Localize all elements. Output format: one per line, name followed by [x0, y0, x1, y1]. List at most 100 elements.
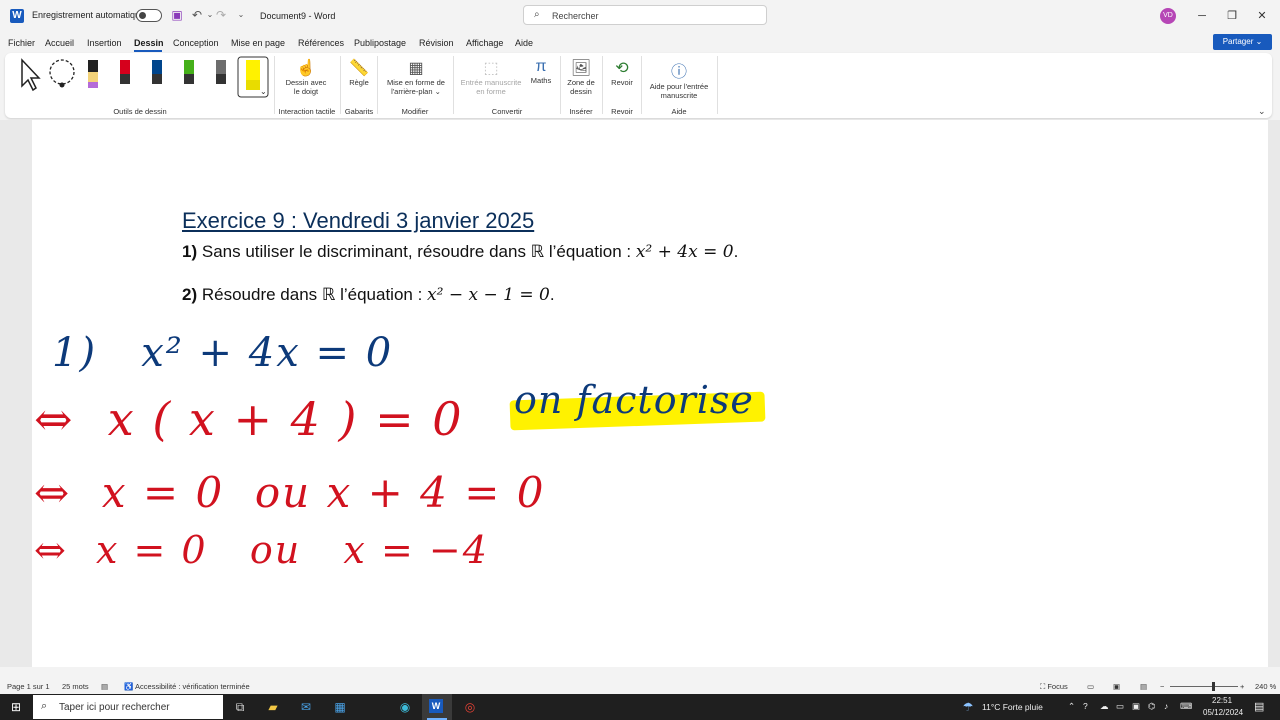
- zoom-out-icon[interactable]: −: [1160, 682, 1164, 691]
- chrome-icon[interactable]: ◎: [462, 699, 478, 715]
- tab-fichier[interactable]: Fichier: [8, 38, 35, 48]
- edge-icon[interactable]: ◉: [397, 699, 413, 715]
- ink-line-3: ⇔ x = 0 ou x + 4 = 0: [34, 468, 546, 517]
- avatar[interactable]: VD: [1160, 8, 1176, 24]
- tray-chevron-icon[interactable]: ⌃: [1068, 701, 1075, 712]
- tab-revision[interactable]: Révision: [419, 38, 454, 48]
- share-button[interactable]: Partager ⌄: [1213, 34, 1272, 50]
- select-arrow-icon: [21, 58, 41, 92]
- tab-mise-en-page[interactable]: Mise en page: [231, 38, 285, 48]
- zoom-level[interactable]: 240 %: [1255, 682, 1276, 691]
- print-layout-icon[interactable]: ▣: [1113, 682, 1120, 691]
- zoom-slider[interactable]: [1170, 686, 1238, 687]
- tab-conception[interactable]: Conception: [173, 38, 219, 48]
- clock-time[interactable]: 22:51: [1212, 696, 1232, 705]
- separator: [453, 56, 454, 114]
- store-icon[interactable]: ▦: [332, 699, 348, 715]
- math-pi-icon: π: [535, 58, 547, 75]
- word-taskbar-button[interactable]: W: [422, 694, 452, 720]
- zoom-in-icon[interactable]: +: [1240, 682, 1244, 691]
- restore-icon[interactable]: ❐: [1224, 8, 1240, 24]
- proofing-icon[interactable]: ▤: [101, 682, 108, 691]
- undo-icon[interactable]: ↶: [190, 8, 204, 22]
- task-view-icon[interactable]: ⧉: [232, 699, 248, 715]
- background-format-button[interactable]: ▦ Mise en forme de l'arrière-plan ⌄: [381, 58, 451, 104]
- zoom-slider-handle[interactable]: [1212, 682, 1215, 691]
- drawing-canvas-button[interactable]: 🖼 Zone de dessin: [563, 58, 599, 104]
- tab-references[interactable]: Références: [298, 38, 344, 48]
- volume-icon[interactable]: ♪: [1164, 701, 1168, 711]
- mail-icon[interactable]: ✉: [298, 699, 314, 715]
- word-logo-icon: W: [10, 9, 24, 23]
- tab-accueil[interactable]: Accueil: [45, 38, 74, 48]
- keyboard-icon[interactable]: ⌨: [1180, 701, 1192, 712]
- windows-start-icon[interactable]: ⊞: [8, 699, 24, 715]
- search-box[interactable]: ⌕ Rechercher: [523, 5, 767, 25]
- separator: [377, 56, 378, 114]
- autosave-label: Enregistrement automatique: [32, 10, 146, 20]
- redo-icon[interactable]: ↷: [214, 8, 228, 22]
- pen-black-icon: [88, 60, 98, 72]
- weather-icon[interactable]: ☂: [960, 699, 976, 715]
- customize-toolbar-icon[interactable]: ⌄: [234, 8, 248, 22]
- math-button[interactable]: π Maths: [526, 58, 556, 104]
- accessibility-status[interactable]: ♿ Accessibilité : vérification terminée: [124, 682, 250, 691]
- tab-affichage[interactable]: Affichage: [466, 38, 503, 48]
- replay-button[interactable]: ⟲ Revoir: [606, 58, 638, 104]
- separator: [641, 56, 642, 114]
- group-label-help: Aide: [671, 107, 687, 116]
- search-icon: ⌕: [534, 9, 540, 20]
- cloud-icon[interactable]: ☁: [1100, 701, 1109, 712]
- notification-tray-icon[interactable]: ▭: [1116, 701, 1124, 712]
- weather-status[interactable]: 11°C Forte pluie: [982, 702, 1043, 712]
- finger-draw-icon: ☝: [296, 60, 316, 77]
- web-layout-icon[interactable]: ▤: [1140, 682, 1147, 691]
- collapse-ribbon-icon[interactable]: ⌄: [1258, 106, 1266, 117]
- tab-aide[interactable]: Aide: [515, 38, 533, 48]
- ink-to-shape-button[interactable]: ⬚ Entrée manuscrite en forme: [456, 58, 526, 104]
- tab-insertion[interactable]: Insertion: [87, 38, 122, 48]
- file-explorer-icon[interactable]: ▰: [265, 699, 281, 715]
- finger-draw-button[interactable]: ☝ Dessin avec le doigt: [280, 58, 332, 104]
- svg-text:⌄: ⌄: [260, 87, 267, 96]
- focus-button[interactable]: ⛶ Focus: [1040, 682, 1068, 692]
- tab-publipostage[interactable]: Publipostage: [354, 38, 406, 48]
- notifications-icon[interactable]: ▤: [1254, 700, 1264, 713]
- pen-green-icon: [184, 60, 194, 74]
- ink-line-4: ⇔ x = 0 ou x = −4: [34, 528, 489, 572]
- close-icon[interactable]: ✕: [1254, 8, 1270, 24]
- search-icon: ⌕: [41, 700, 48, 712]
- canvas-icon: 🖼: [570, 60, 592, 77]
- group-label-insert: Insérer: [569, 107, 593, 116]
- group-label-templates: Gabarits: [344, 107, 374, 116]
- clock-date[interactable]: 05/12/2024: [1203, 708, 1243, 717]
- minimize-icon[interactable]: ─: [1194, 8, 1210, 24]
- separator: [274, 56, 275, 114]
- word-count[interactable]: 25 mots: [62, 682, 89, 691]
- separator: [340, 56, 341, 114]
- ruler-button[interactable]: 📏 Règle: [343, 58, 375, 104]
- ink-to-shape-icon: ⬚: [483, 60, 499, 77]
- ink-line-1: 1) x² + 4x = 0: [52, 330, 394, 376]
- question-2: 2) Résoudre dans ℝ l’équation : x² − x −…: [182, 285, 555, 305]
- group-label-replay: Revoir: [611, 107, 633, 116]
- autosave-toggle[interactable]: [136, 9, 162, 22]
- group-label-modify: Modifier: [401, 107, 429, 116]
- drawing-tools: ⌄: [21, 56, 269, 98]
- document-title: Document9 - Word: [260, 11, 336, 21]
- ink-help-button[interactable]: ⓘ Aide pour l'entrée manuscrite: [644, 58, 714, 104]
- question-1: 1) Sans utiliser le discriminant, résoud…: [182, 242, 739, 262]
- network-icon[interactable]: ⌬: [1148, 701, 1155, 712]
- pen-blue-icon: [152, 60, 162, 74]
- active-tab-indicator: [134, 50, 162, 52]
- display-icon[interactable]: ▣: [1132, 701, 1140, 712]
- page-count[interactable]: Page 1 sur 1: [7, 682, 50, 691]
- ink-note-factorise: on factorise: [514, 378, 754, 422]
- help-tray-icon[interactable]: ?: [1083, 701, 1088, 711]
- background-grid-icon: ▦: [408, 60, 424, 77]
- read-mode-icon[interactable]: ▭: [1087, 682, 1094, 691]
- tab-dessin[interactable]: Dessin: [134, 38, 164, 48]
- group-label-touch: Interaction tactile: [278, 107, 336, 116]
- save-icon[interactable]: ▣: [170, 8, 184, 22]
- taskbar-search[interactable]: ⌕ Taper ici pour rechercher: [33, 695, 223, 719]
